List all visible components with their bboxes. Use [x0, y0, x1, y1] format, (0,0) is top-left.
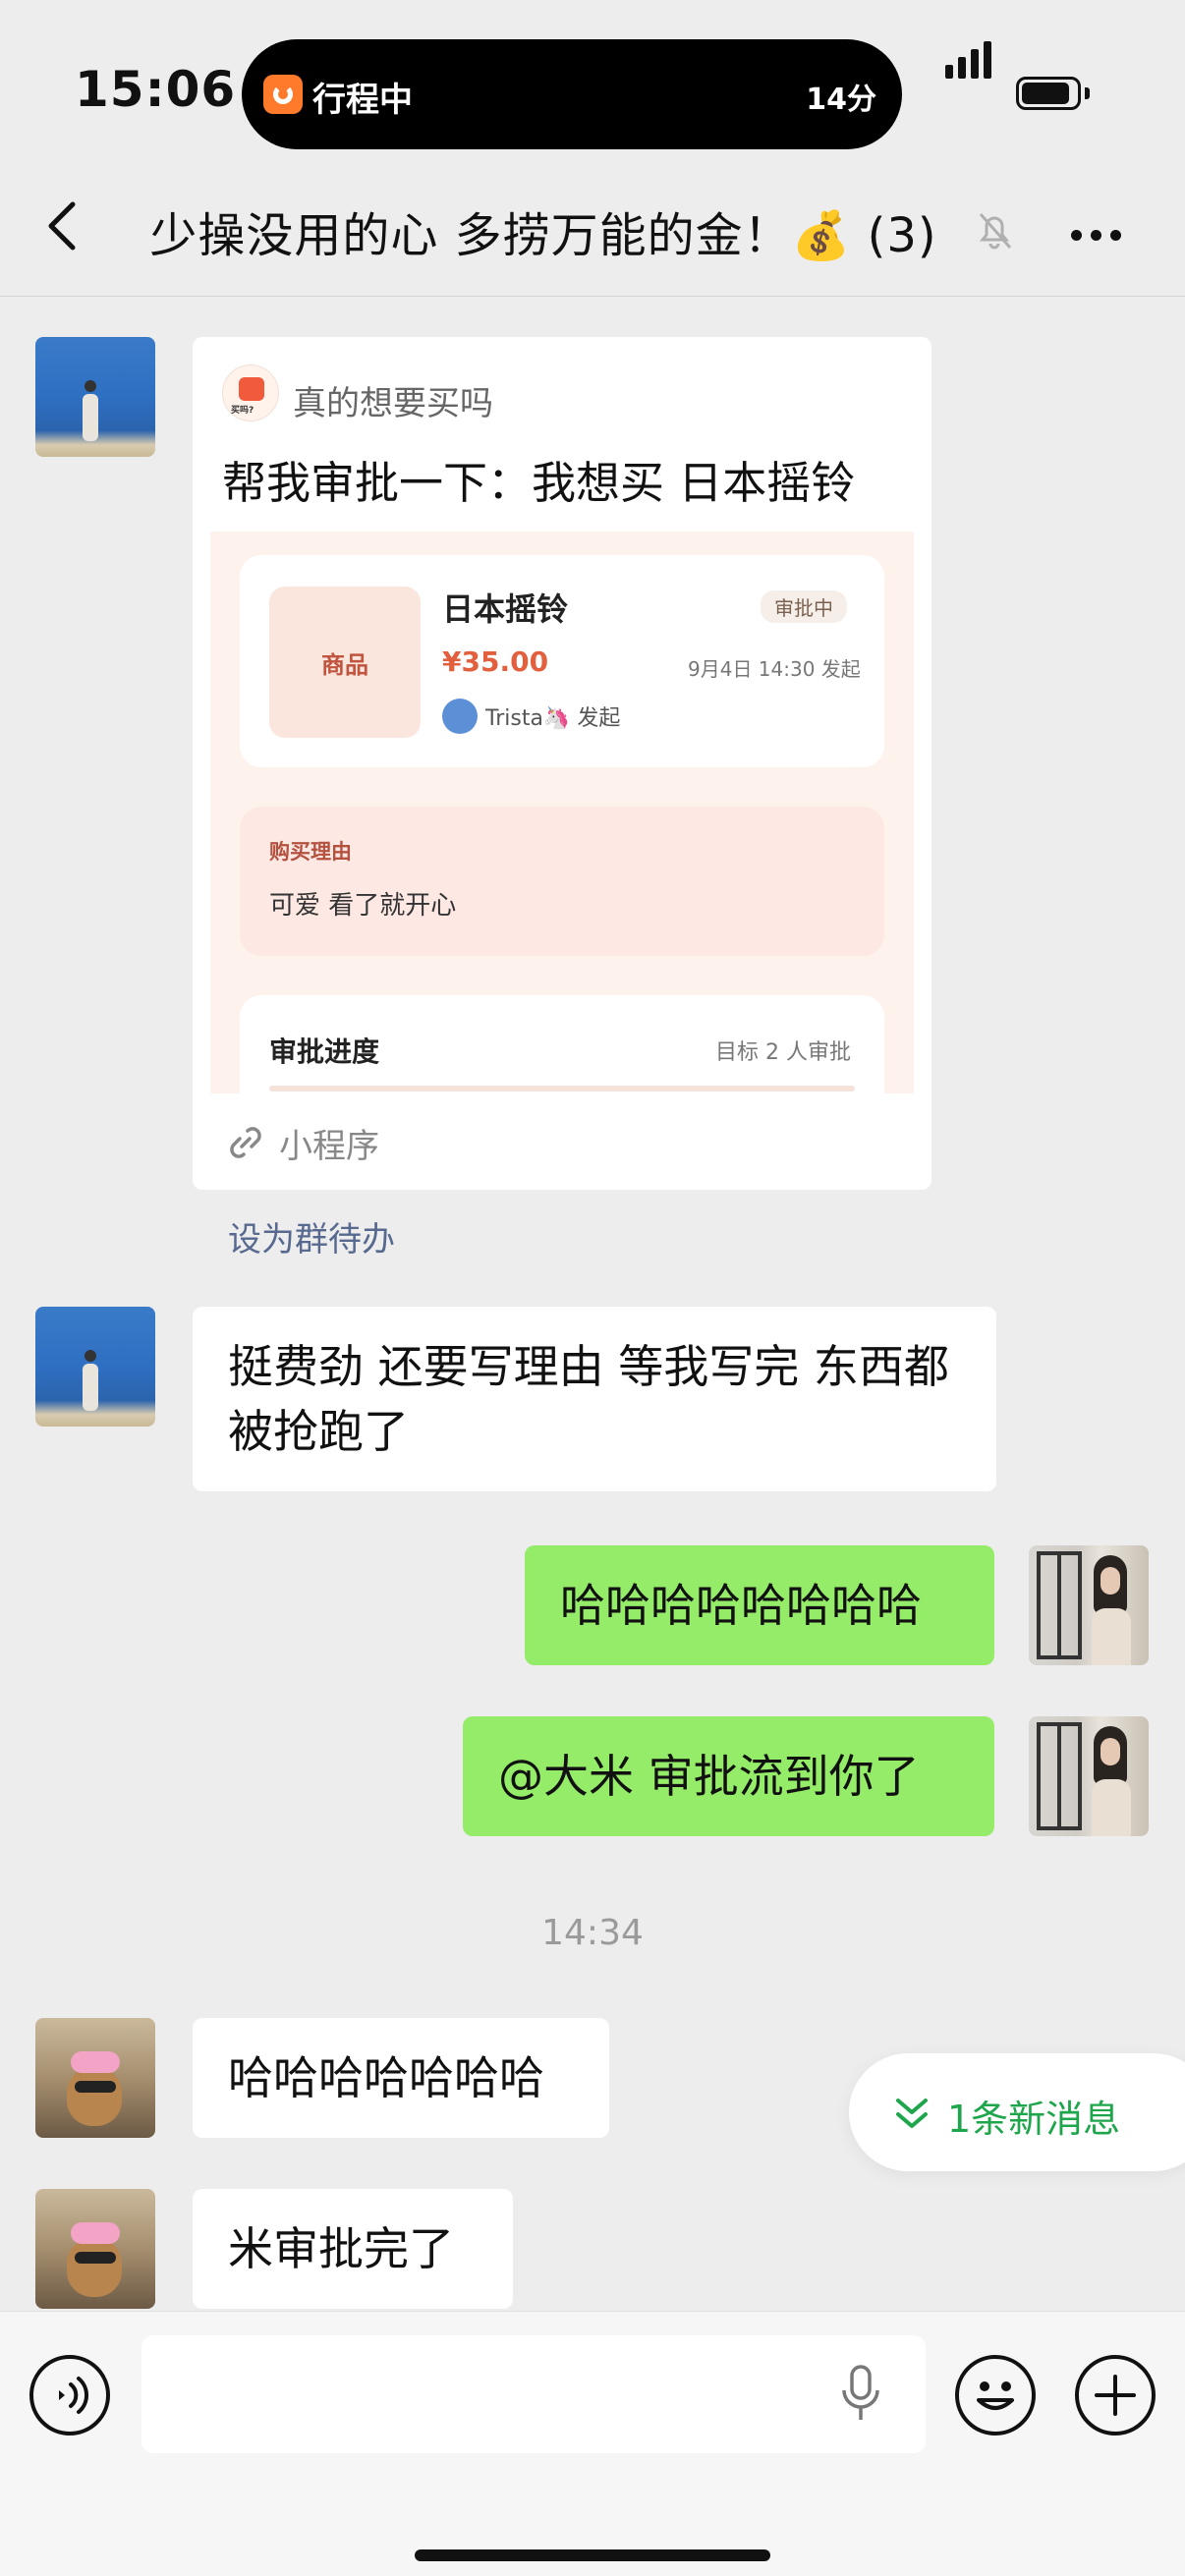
plus-button[interactable]: [1075, 2355, 1156, 2436]
status-time: 15:06: [75, 61, 237, 118]
my-message-bubble[interactable]: 哈哈哈哈哈哈哈哈: [525, 1545, 994, 1665]
mini-program-app-icon: 买吗?: [222, 364, 279, 421]
home-indicator: [415, 2549, 770, 2561]
item-name: 日本摇铃: [442, 590, 569, 628]
initiator-text: Trista🦄 发起: [485, 706, 621, 731]
initiator-avatar: [442, 699, 478, 734]
emoji-button[interactable]: [955, 2355, 1036, 2436]
chat-header: 少操没用的心 多捞万能的金！💰 (3): [0, 167, 1185, 297]
mini-program-card[interactable]: 买吗? 真的想要买吗 帮我审批一下：我想买 日本摇铃 商品 日本摇铃 ¥35.0…: [193, 337, 931, 1190]
mic-icon[interactable]: [839, 2363, 882, 2430]
mini-program-preview: 商品 日本摇铃 ¥35.00 审批中 9月4日 14:30 发起 Trista🦄…: [210, 532, 914, 1093]
progress-target: 目标 2 人审批: [715, 1040, 851, 1065]
timestamp: 14:34: [541, 1913, 644, 1953]
mini-program-footer: 小程序: [193, 1093, 931, 1190]
message-bubble[interactable]: 米审批完了: [193, 2189, 513, 2309]
avatar[interactable]: [35, 2189, 155, 2309]
item-date: 9月4日 14:30 发起: [688, 657, 861, 681]
voice-icon: [59, 2377, 89, 2414]
input-bar: [0, 2311, 1185, 2576]
more-button[interactable]: [1071, 226, 1130, 245]
status-bar: 15:06 行程中 14分: [0, 0, 1185, 167]
live-activity-eta: 14分: [806, 83, 876, 117]
progress-card: 审批进度 目标 2 人审批: [240, 995, 884, 1093]
my-avatar[interactable]: [1029, 1545, 1149, 1665]
live-activity-label: 行程中: [312, 81, 413, 120]
my-message-bubble[interactable]: @大米 审批流到你了: [463, 1716, 994, 1836]
emoji-icon: [977, 2381, 1014, 2410]
ride-app-icon: [263, 75, 303, 114]
mute-bell-icon: [973, 208, 1016, 255]
item-card: 商品 日本摇铃 ¥35.00 审批中 9月4日 14:30 发起 Trista🦄…: [240, 555, 884, 767]
reason-label: 购买理由: [269, 840, 352, 864]
set-group-todo-link[interactable]: 设为群待办: [228, 1212, 395, 1260]
mini-program-name: 真的想要买吗: [293, 384, 493, 423]
voice-button[interactable]: [29, 2355, 110, 2436]
my-avatar[interactable]: [1029, 1716, 1149, 1836]
new-messages-button[interactable]: 1条新消息: [849, 2053, 1185, 2171]
avatar[interactable]: [35, 2018, 155, 2138]
item-price: ¥35.00: [442, 645, 549, 678]
progress-track: [269, 1086, 855, 1092]
message-bubble[interactable]: 挺费劲 还要写理由 等我写完 东西都被抢跑了: [193, 1307, 996, 1491]
dynamic-island[interactable]: 行程中 14分: [242, 39, 902, 149]
avatar[interactable]: [35, 1307, 155, 1427]
plus-icon: [1095, 2375, 1136, 2416]
progress-label: 审批进度: [269, 1036, 380, 1068]
battery-tip: [1085, 87, 1090, 99]
item-thumbnail: 商品: [269, 587, 421, 738]
avatar[interactable]: [35, 337, 155, 457]
message-input[interactable]: [141, 2335, 926, 2453]
new-messages-label: 1条新消息: [947, 2098, 1121, 2141]
reason-text: 可爱 看了就开心: [269, 891, 457, 921]
double-chevron-down-icon: [892, 2095, 931, 2138]
battery-icon: [1016, 77, 1081, 110]
link-icon: [226, 1123, 265, 1166]
status-badge: 审批中: [761, 590, 847, 623]
message-bubble[interactable]: 哈哈哈哈哈哈哈: [193, 2018, 609, 2138]
reason-card: 购买理由 可爱 看了就开心: [240, 807, 884, 956]
mini-program-title: 帮我审批一下：我想买 日本摇铃: [222, 457, 856, 509]
mini-program-label: 小程序: [279, 1127, 379, 1166]
